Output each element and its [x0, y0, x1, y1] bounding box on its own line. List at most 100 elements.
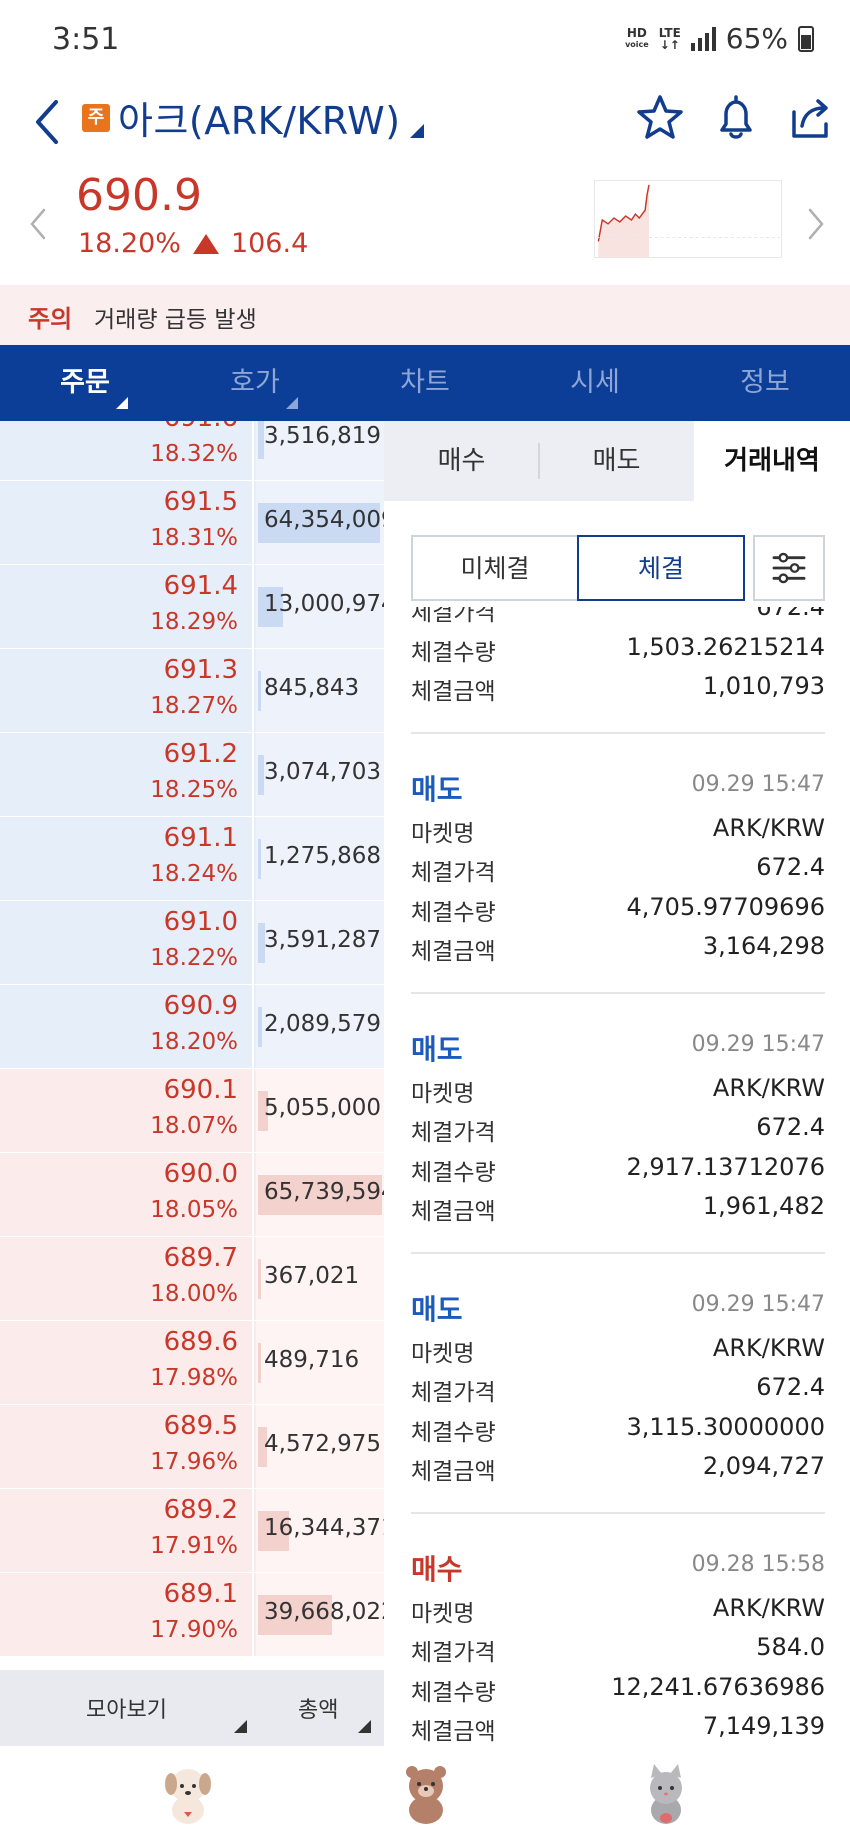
trade-price-label: 체결가격: [411, 860, 496, 886]
trade-price-label: 체결가격: [411, 1120, 496, 1146]
tab-orderbook[interactable]: 호가: [170, 345, 340, 421]
tab-sell[interactable]: 매도: [539, 421, 694, 501]
orderbook-row[interactable]: 689.2 17.91% 16,344,371: [0, 1489, 384, 1573]
trade-market-row: 마켓명 ARK/KRW: [411, 1328, 825, 1368]
trade-item[interactable]: 매수 09.28 15:58 마켓명 ARK/KRW 체결가격 584.0 체결수량 12,2…: [411, 1514, 825, 1747]
total-amount-caret-icon: [358, 1720, 371, 1733]
orderbook-row[interactable]: 689.7 18.00% 367,021: [0, 1237, 384, 1321]
trade-market-label: 마켓명: [411, 1340, 475, 1367]
trade-item[interactable]: 매도 09.29 15:47 마켓명 ARK/KRW 체결가격 672.4 체결수량 4,70…: [411, 734, 825, 994]
tab-history[interactable]: 거래내역: [694, 421, 850, 501]
favorite-star-icon[interactable]: [634, 92, 686, 144]
orderbook-row[interactable]: 690.9 18.20% 2,089,579: [0, 985, 384, 1069]
orderbook-row[interactable]: 690.1 18.07% 5,055,000: [0, 1069, 384, 1153]
orderbook-qty-cell: 367,021: [256, 1237, 384, 1320]
orderbook-qty-cell: 5,055,000: [256, 1069, 384, 1152]
orderbook-price-cell[interactable]: 689.1 17.90%: [0, 1573, 254, 1656]
orderbook-price: 691.0: [163, 907, 238, 937]
tab-chart[interactable]: 차트: [340, 345, 510, 421]
orderbook-price-cell[interactable]: 690.9 18.20%: [0, 985, 254, 1068]
coin-title[interactable]: 아크(ARK/KRW): [118, 90, 401, 145]
tab-order[interactable]: 주문: [0, 345, 170, 421]
orderbook-price-cell[interactable]: 691.4 18.29%: [0, 565, 254, 648]
orderbook-qty-cell: 3,591,287: [256, 901, 384, 984]
group-view-button[interactable]: 모아보기: [86, 1692, 167, 1724]
orderbook-qty: 367,021: [264, 1263, 360, 1289]
tab-divider: [538, 443, 540, 479]
trade-amount-value: 1,010,793: [702, 672, 825, 700]
prev-chevron-icon[interactable]: [26, 204, 50, 244]
lte-indicator: LTE ↓↑: [659, 27, 681, 51]
orderbook-row[interactable]: 691.1 18.24% 1,275,868: [0, 817, 384, 901]
orderbook-row[interactable]: 691.4 18.29% 13,000,974: [0, 565, 384, 649]
current-price: 690.9: [76, 170, 202, 221]
trade-item[interactable]: 매도 09.29 15:47 마켓명 ARK/KRW 체결가격 672.4 체결수량 2,91…: [411, 994, 825, 1254]
coin-dropdown-caret-icon[interactable]: [410, 124, 424, 138]
trade-market-value: ARK/KRW: [712, 1593, 825, 1622]
orderbook-row[interactable]: 691.5 18.31% 64,354,009: [0, 481, 384, 565]
orderbook-price-cell[interactable]: 689.5 17.96%: [0, 1405, 254, 1488]
trade-head: 매도 09.29 15:47: [411, 1288, 825, 1328]
settings-sliders-icon: [772, 552, 806, 584]
filter-filled-button[interactable]: 체결: [577, 535, 745, 601]
mini-price-chart[interactable]: [594, 180, 782, 258]
total-amount-toggle[interactable]: 총액: [298, 1692, 338, 1724]
orderbook-price-cell[interactable]: 690.1 18.07%: [0, 1069, 254, 1152]
orderbook-rate: 17.91%: [150, 1533, 238, 1559]
orderbook-row[interactable]: 689.6 17.98% 489,716: [0, 1321, 384, 1405]
orderbook-row[interactable]: 691.0 18.22% 3,591,287: [0, 901, 384, 985]
tab-info-label: 정보: [740, 367, 790, 398]
cat-character-icon[interactable]: [636, 1760, 696, 1828]
orderbook-price-cell[interactable]: 691.3 18.27%: [0, 649, 254, 732]
trade-qty-label: 체결수량: [411, 1159, 496, 1186]
orderbook-price-cell[interactable]: 691.1 18.24%: [0, 817, 254, 900]
filter-pending-button[interactable]: 미체결: [411, 535, 579, 601]
orderbook-price-cell[interactable]: 691.5 18.31%: [0, 481, 254, 564]
orderbook-qty-cell: 16,344,371: [256, 1489, 384, 1572]
coin-header: 주 아크(ARK/KRW): [0, 80, 850, 170]
orderbook-row[interactable]: 691.2 18.25% 3,074,703: [0, 733, 384, 817]
bear-character-icon[interactable]: [396, 1760, 456, 1828]
tab-info[interactable]: 정보: [680, 345, 850, 421]
next-chevron-icon[interactable]: [804, 204, 828, 244]
orderbook-row[interactable]: 689.1 17.90% 39,668,022: [0, 1573, 384, 1657]
share-icon[interactable]: [784, 92, 836, 144]
trade-side: 매도: [411, 1032, 463, 1066]
filter-settings-button[interactable]: [753, 535, 825, 601]
trade-market-label: 마켓명: [411, 820, 475, 847]
trade-time: 09.29 15:47: [691, 1291, 825, 1317]
trade-item-partial[interactable]: 체결가격 672.4 체결수량 1,503.26215214 체결금액 1,01…: [411, 607, 825, 734]
back-arrow-icon[interactable]: [28, 92, 68, 152]
lte-label: LTE: [658, 25, 681, 40]
orderbook-price: 691.5: [163, 487, 238, 517]
orderbook-price-cell[interactable]: 691.2 18.25%: [0, 733, 254, 816]
orderbook-price-cell[interactable]: 689.6 17.98%: [0, 1321, 254, 1404]
orderbook-volume-bar: [258, 671, 261, 711]
orderbook-price-cell[interactable]: 689.7 18.00%: [0, 1237, 254, 1320]
trade-time: 09.29 15:47: [691, 771, 825, 797]
hd-voice-indicator: HD voice: [625, 27, 649, 51]
tab-buy[interactable]: 매수: [384, 421, 539, 501]
orderbook-price-cell[interactable]: 691.0 18.22%: [0, 901, 254, 984]
trade-price-row: 체결가격 672.4: [411, 1107, 825, 1147]
orderbook-price-cell[interactable]: 689.2 17.91%: [0, 1489, 254, 1572]
orderbook-row[interactable]: 690.0 18.05% 65,739,594: [0, 1153, 384, 1237]
status-time: 3:51: [52, 22, 120, 57]
trade-qty-value: 12,241.67636986: [611, 1672, 825, 1701]
change-rate: 18.20%: [78, 228, 181, 259]
orderbook-row[interactable]: 691.6 18.32% 3,516,819: [0, 421, 384, 481]
puppy-character-icon[interactable]: [158, 1760, 218, 1828]
alarm-bell-icon[interactable]: [710, 92, 762, 144]
orderbook-row[interactable]: 689.5 17.96% 4,572,975: [0, 1405, 384, 1489]
trade-amount-row: 체결금액 1,010,793: [411, 666, 825, 706]
orderbook: 691.6 18.32% 3,516,819 691.5 18.31% 64,354,00…: [0, 421, 384, 1670]
trade-market-value: ARK/KRW: [712, 813, 825, 842]
orderbook-price-cell[interactable]: 690.0 18.05%: [0, 1153, 254, 1236]
main-tabs: 주문 호가 차트 시세 정보: [0, 345, 850, 421]
orderbook-row[interactable]: 691.3 18.27% 845,843: [0, 649, 384, 733]
trade-items: 매도 09.29 15:47 마켓명 ARK/KRW 체결가격 672.4 체결수량 4,70…: [411, 734, 825, 1747]
orderbook-rate: 18.31%: [150, 525, 238, 551]
tab-market-price[interactable]: 시세: [510, 345, 680, 421]
orderbook-price-cell[interactable]: 691.6 18.32%: [0, 421, 254, 480]
trade-item[interactable]: 매도 09.29 15:47 마켓명 ARK/KRW 체결가격 672.4 체결수량 3,11…: [411, 1254, 825, 1514]
